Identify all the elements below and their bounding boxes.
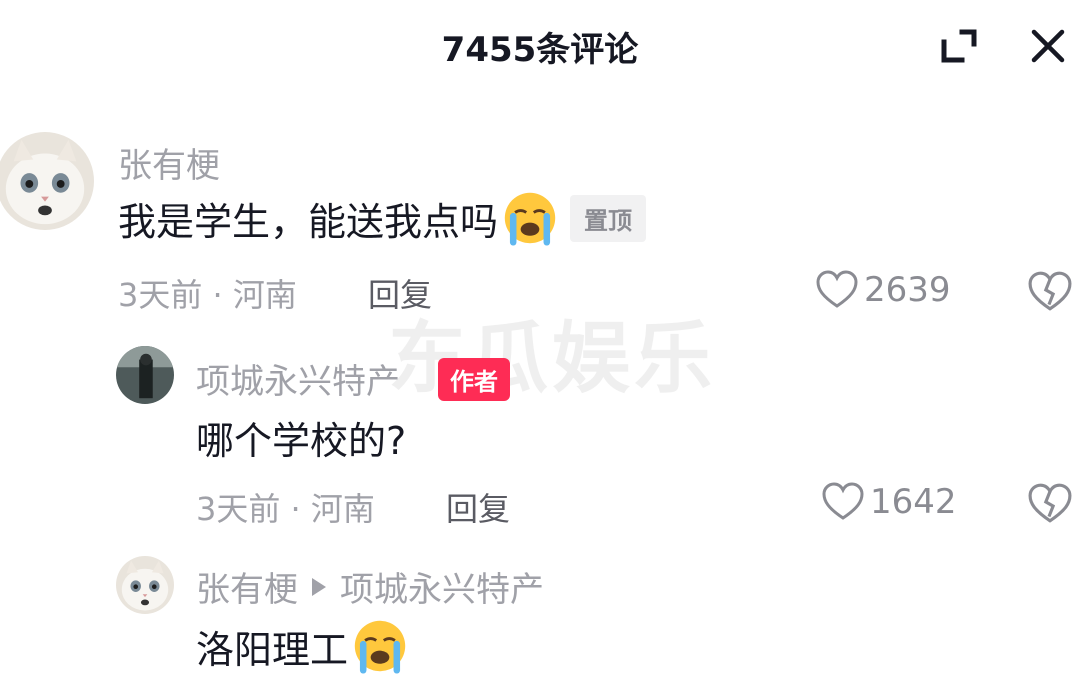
dislike-button[interactable] bbox=[1028, 482, 1072, 526]
reply-header: 张有梗 项城永兴特产 bbox=[196, 562, 544, 611]
comment-username[interactable]: 张有梗 bbox=[118, 138, 220, 187]
avatar[interactable] bbox=[116, 346, 174, 404]
like-button[interactable]: 1642 bbox=[822, 482, 957, 522]
close-button[interactable] bbox=[1024, 22, 1072, 70]
dislike-button[interactable] bbox=[1028, 270, 1072, 314]
heart-icon bbox=[822, 482, 864, 520]
like-button[interactable]: 2639 bbox=[816, 270, 951, 310]
comments-panel: 7455条评论 东瓜娱乐 张有梗 我是学生，能送我点吗 置顶 3天前 · 河南 … bbox=[0, 0, 1080, 675]
crying-face-emoji bbox=[504, 192, 556, 246]
close-icon bbox=[1031, 29, 1065, 63]
crying-face-emoji bbox=[354, 620, 406, 674]
comment-body: 我是学生，能送我点吗 bbox=[118, 199, 499, 244]
author-avatar-image bbox=[116, 346, 174, 404]
comment-text: 洛阳理工 bbox=[196, 618, 408, 674]
comment-body: 哪个学校的? bbox=[196, 419, 407, 463]
comment-text: 哪个学校的? bbox=[196, 410, 406, 465]
reply-button[interactable]: 回复 bbox=[446, 484, 510, 530]
like-count: 2639 bbox=[864, 270, 951, 310]
broken-heart-icon bbox=[1028, 271, 1072, 311]
comment-username[interactable]: 项城永兴特产 bbox=[196, 354, 400, 403]
avatar[interactable] bbox=[116, 556, 174, 614]
expand-button[interactable] bbox=[936, 22, 984, 70]
comment-count-title: 7455条评论 bbox=[441, 30, 639, 70]
comment-username[interactable]: 张有梗 bbox=[196, 562, 298, 611]
cat-avatar-image bbox=[0, 132, 94, 230]
author-badge: 作者 bbox=[438, 358, 510, 401]
comment-time-location: 3天前 · 河南 bbox=[196, 490, 375, 528]
heart-icon bbox=[816, 270, 858, 308]
broken-heart-icon bbox=[1028, 483, 1072, 523]
comment-body: 洛阳理工 bbox=[196, 627, 349, 672]
reply-arrow-icon bbox=[312, 577, 326, 596]
comment-time-location: 3天前 · 河南 bbox=[118, 276, 297, 314]
comment-text: 我是学生，能送我点吗 置顶 bbox=[118, 190, 647, 246]
expand-icon bbox=[941, 29, 977, 63]
reply-to-username[interactable]: 项城永兴特产 bbox=[340, 562, 544, 611]
avatar[interactable] bbox=[0, 132, 94, 230]
like-count: 1642 bbox=[870, 482, 957, 522]
pinned-badge: 置顶 bbox=[570, 194, 647, 242]
reply-button[interactable]: 回复 bbox=[368, 270, 432, 316]
cat-avatar-image bbox=[116, 556, 174, 614]
